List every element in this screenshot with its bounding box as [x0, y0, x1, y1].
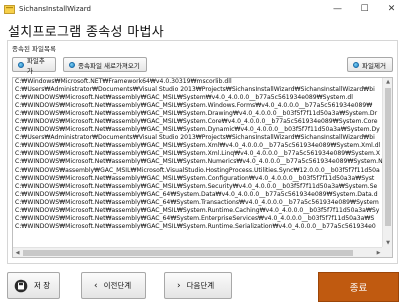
scroll-left-arrow-icon[interactable]: ◀: [13, 248, 22, 257]
file-list-rows: C:₩Windows₩Microsoft.NET₩Framework64₩v4.…: [13, 78, 383, 248]
next-step-label: 다음단계: [186, 281, 215, 290]
file-list-item[interactable]: C:₩WINDOWS₩Microsoft.Net₩assembly₩GAC_MS…: [13, 102, 383, 110]
file-list-item[interactable]: C:₩WINDOWS₩Microsoft.Net₩assembly₩GAC_MS…: [13, 150, 383, 158]
remove-file-button[interactable]: 파일제거: [347, 57, 393, 72]
file-list-item[interactable]: C:₩Users₩Administrator₩Documents₩Visual …: [13, 86, 383, 94]
vertical-scrollbar[interactable]: ▲ ▼: [382, 78, 392, 248]
dependency-file-list[interactable]: C:₩Windows₩Microsoft.NET₩Framework64₩v4.…: [12, 77, 393, 258]
file-list-item[interactable]: C:₩WINDOWS₩Microsoft.Net₩assembly₩GAC_MS…: [13, 142, 383, 150]
save-label: 저 장: [34, 281, 51, 290]
file-list-item[interactable]: C:₩WINDOWS₩Microsoft.Net₩assembly₩GAC_64…: [13, 191, 383, 199]
file-list-item[interactable]: C:₩WINDOWS₩Microsoft.Net₩assembly₩GAC_MS…: [13, 207, 383, 215]
file-list-item[interactable]: C:₩WINDOWS₩Microsoft.Net₩assembly₩GAC_MS…: [13, 110, 383, 118]
close-button[interactable]: ✕: [378, 0, 405, 18]
maximize-button[interactable]: ☐: [351, 0, 378, 18]
group-label: 종속된 파일목록: [12, 45, 56, 53]
add-file-icon: [18, 61, 24, 68]
file-list-item[interactable]: C:₩WINDOWS₩Microsoft.Net₩assembly₩GAC_MS…: [13, 223, 383, 231]
finish-button[interactable]: 종료: [318, 272, 399, 302]
file-list-item[interactable]: C:₩WINDOWS₩Microsoft.Net₩assembly₩GAC_64…: [13, 215, 383, 223]
previous-step-button[interactable]: ‹ 이전단계: [81, 272, 146, 299]
remove-file-label: 파일제거: [362, 61, 386, 70]
chevron-left-icon: ‹: [94, 280, 98, 291]
file-list-item[interactable]: C:₩WINDOWS₩Microsoft.Net₩assembly₩GAC_MS…: [13, 158, 383, 166]
file-list-item[interactable]: C:₩WINDOWS₩assembly₩GAC_MSIL₩Microsoft.V…: [13, 167, 383, 175]
refresh-icon: [69, 61, 75, 68]
app-icon: [4, 4, 15, 14]
file-list-item[interactable]: C:₩WINDOWS₩Microsoft.Net₩assembly₩GAC_MS…: [13, 126, 383, 134]
file-list-item[interactable]: C:₩Windows₩Microsoft.NET₩Framework64₩v4.…: [13, 78, 383, 86]
scroll-corner: [382, 247, 392, 257]
page-title: 설치프로그램 종속성 마법사: [8, 25, 164, 40]
refresh-dependencies-label: 종속파일 새로가져오기: [78, 61, 140, 70]
refresh-dependencies-button[interactable]: 종속파일 새로가져오기: [63, 57, 147, 72]
add-file-label: 파일추가: [26, 56, 45, 75]
finish-label: 종료: [349, 283, 368, 294]
chevron-right-icon: ›: [177, 280, 181, 291]
file-list-item[interactable]: C:₩WINDOWS₩Microsoft.Net₩assembly₩GAC_MS…: [13, 94, 383, 102]
vertical-scroll-thumb[interactable]: [385, 88, 391, 226]
file-list-item[interactable]: C:₩WINDOWS₩Microsoft.Net₩assembly₩GAC_MS…: [13, 118, 383, 126]
window-title: SichansInstallWizard: [19, 5, 91, 13]
file-list-item[interactable]: C:₩WINDOWS₩Microsoft.Net₩assembly₩GAC_MS…: [13, 175, 383, 183]
save-button[interactable]: 저 장: [7, 272, 60, 299]
minimize-button[interactable]: —: [324, 0, 351, 18]
file-list-item[interactable]: C:₩WINDOWS₩Microsoft.Net₩assembly₩GAC_64…: [13, 199, 383, 207]
wizard-window: SichansInstallWizard — ☐ ✕ 설치프로그램 종속성 마법…: [0, 0, 405, 306]
scroll-up-arrow-icon[interactable]: ▲: [383, 78, 392, 87]
title-bar: SichansInstallWizard — ☐ ✕: [0, 0, 405, 18]
horizontal-scrollbar[interactable]: ◀ ▶: [13, 247, 383, 257]
add-file-button[interactable]: 파일추가: [12, 56, 56, 75]
file-list-item[interactable]: C:₩WINDOWS₩Microsoft.Net₩assembly₩GAC_MS…: [13, 183, 383, 191]
horizontal-scroll-thumb[interactable]: [23, 250, 353, 256]
remove-file-icon: [353, 61, 359, 68]
next-step-button[interactable]: › 다음단계: [164, 272, 232, 299]
previous-step-label: 이전단계: [103, 281, 132, 290]
save-disk-icon: [14, 279, 28, 292]
file-list-item[interactable]: C:₩Users₩Administrator₩Documents₩Visual …: [13, 134, 383, 142]
